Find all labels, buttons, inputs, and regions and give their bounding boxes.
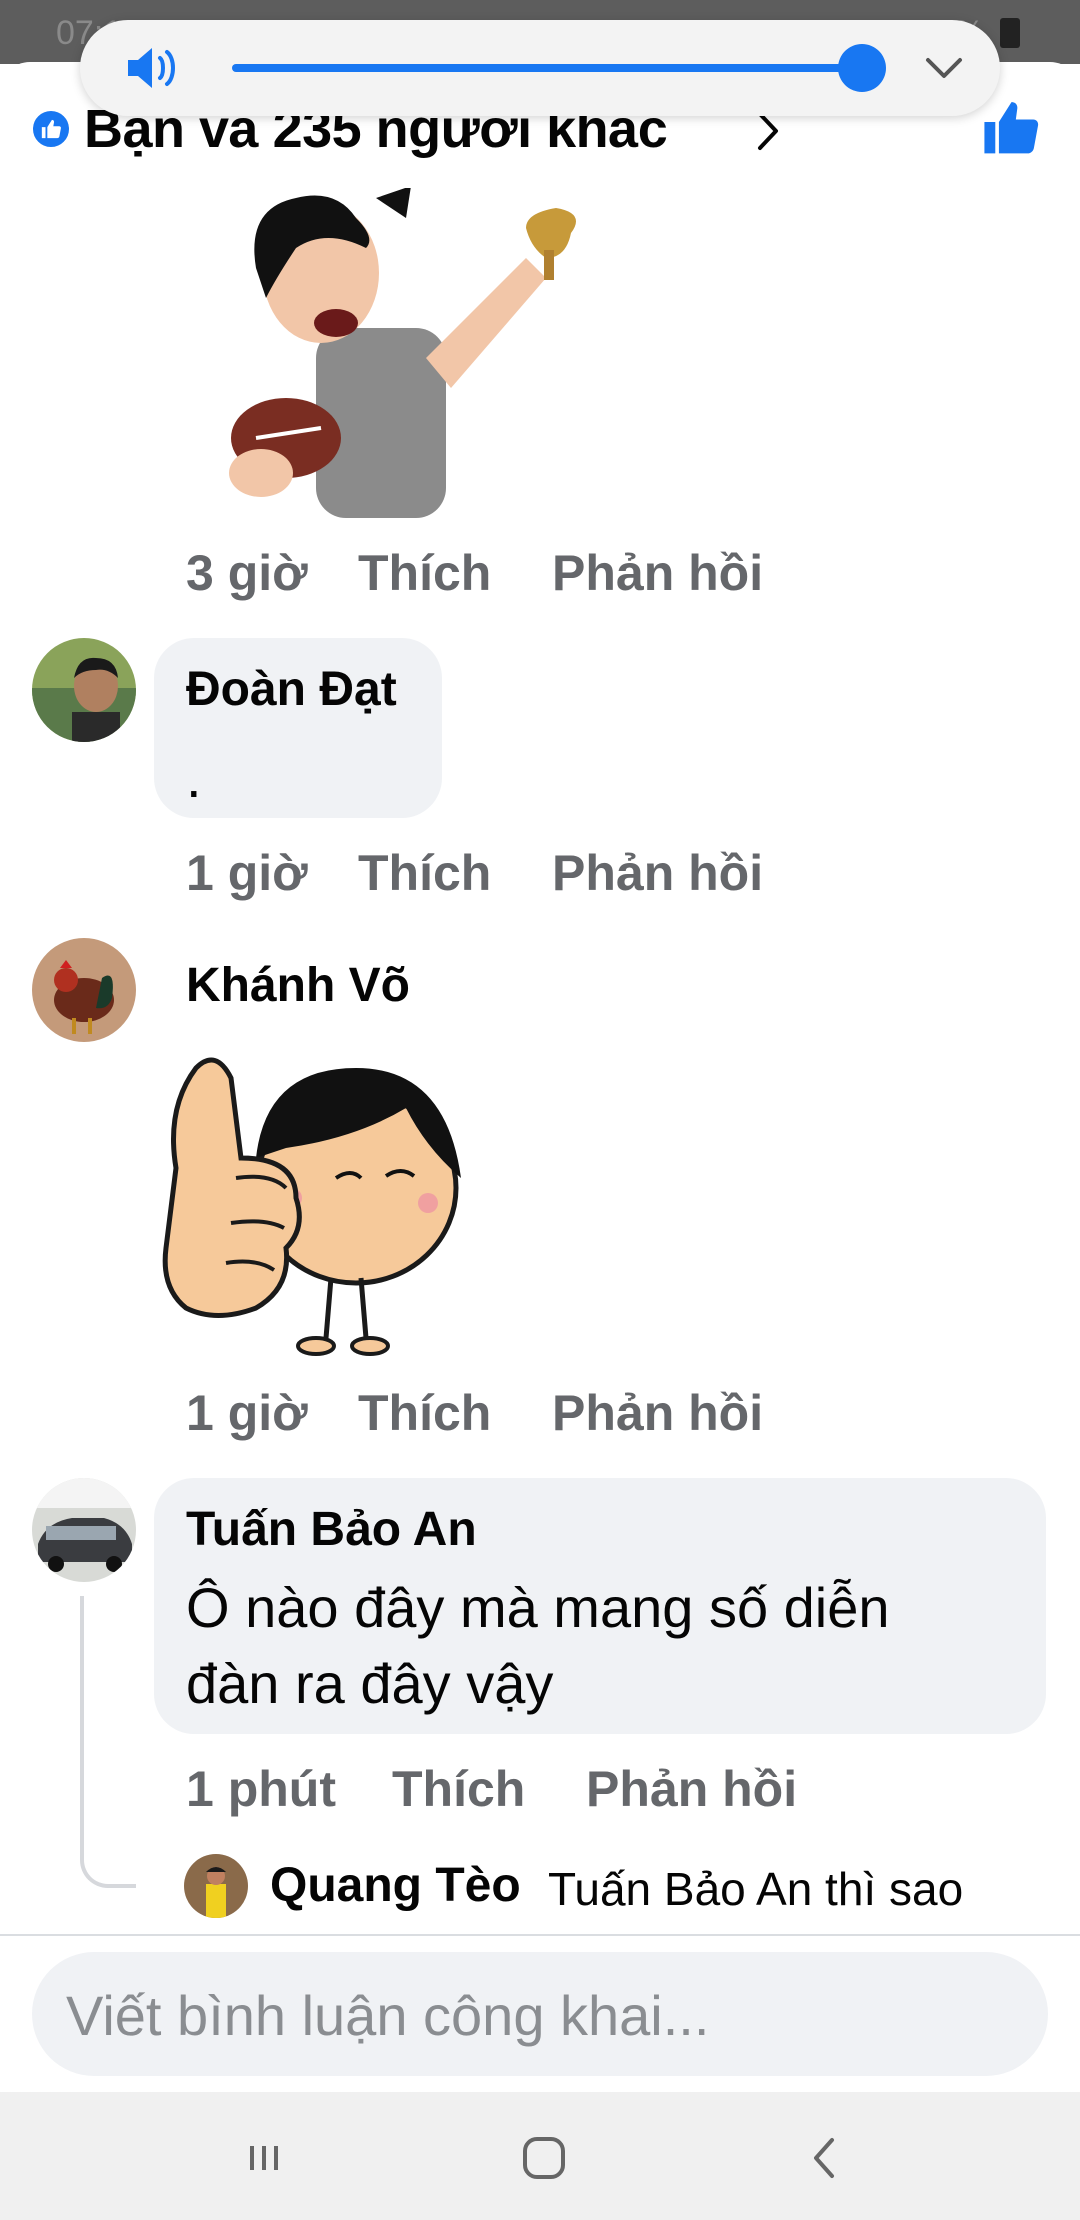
home-icon[interactable] (514, 2128, 574, 2188)
recent-apps-icon[interactable] (234, 2128, 294, 2188)
comment-text-line-2: đàn ra đây vậy (186, 1652, 554, 1715)
comment-sticker-thumbs-up (162, 1057, 461, 1356)
chevron-right-icon[interactable] (754, 110, 782, 152)
system-navigation-bar (0, 2092, 1080, 2220)
comment-time: 1 giờ (186, 1385, 308, 1441)
reply-action[interactable]: Phản hồi (586, 1760, 797, 1818)
volume-slider-track[interactable] (232, 64, 862, 72)
like-button-icon[interactable] (982, 100, 1040, 156)
comment-composer[interactable] (32, 1952, 1048, 2076)
comment-time: 1 giờ (186, 845, 308, 901)
avatar[interactable] (32, 938, 136, 1042)
speaker-icon[interactable] (124, 44, 180, 92)
reply-text: Tuấn Bảo An thì sao (548, 1863, 964, 1915)
comment-text-line-1: Ô nào đây mà mang số diễn (186, 1576, 890, 1639)
like-reaction-icon (30, 108, 72, 150)
comment-author[interactable]: Tuấn Bảo An (186, 1502, 477, 1557)
like-action[interactable]: Thích (392, 1760, 525, 1818)
comment-time: 1 phút (186, 1761, 336, 1817)
chevron-down-icon[interactable] (922, 48, 966, 88)
comment-time: 3 giờ (186, 545, 308, 601)
divider (0, 1934, 1080, 1936)
comment-input[interactable] (66, 1982, 1006, 2048)
comment-text: . (186, 746, 202, 809)
reply-action[interactable]: Phản hồi (552, 844, 763, 902)
like-action[interactable]: Thích (358, 1384, 491, 1442)
back-icon[interactable] (796, 2128, 856, 2188)
comment-sticker-boy (229, 188, 576, 518)
comment-author[interactable]: Khánh Võ (186, 958, 410, 1013)
avatar[interactable] (184, 1854, 248, 1918)
battery-icon (1000, 18, 1020, 48)
comment-author[interactable]: Đoàn Đạt (186, 662, 397, 717)
like-action[interactable]: Thích (358, 844, 491, 902)
volume-panel[interactable] (80, 20, 1000, 116)
reply-action[interactable]: Phản hồi (552, 1384, 763, 1442)
like-action[interactable]: Thích (358, 544, 491, 602)
avatar[interactable] (32, 638, 136, 742)
reply-thread-line (80, 1596, 136, 1888)
avatar[interactable] (32, 1478, 136, 1582)
volume-slider-handle[interactable] (838, 44, 886, 92)
reply-action[interactable]: Phản hồi (552, 544, 763, 602)
reply-author[interactable]: Quang Tèo (270, 1858, 521, 1913)
reply-preview[interactable]: Quang Tèo Tuấn Bảo An thì sao (184, 1854, 1064, 1920)
